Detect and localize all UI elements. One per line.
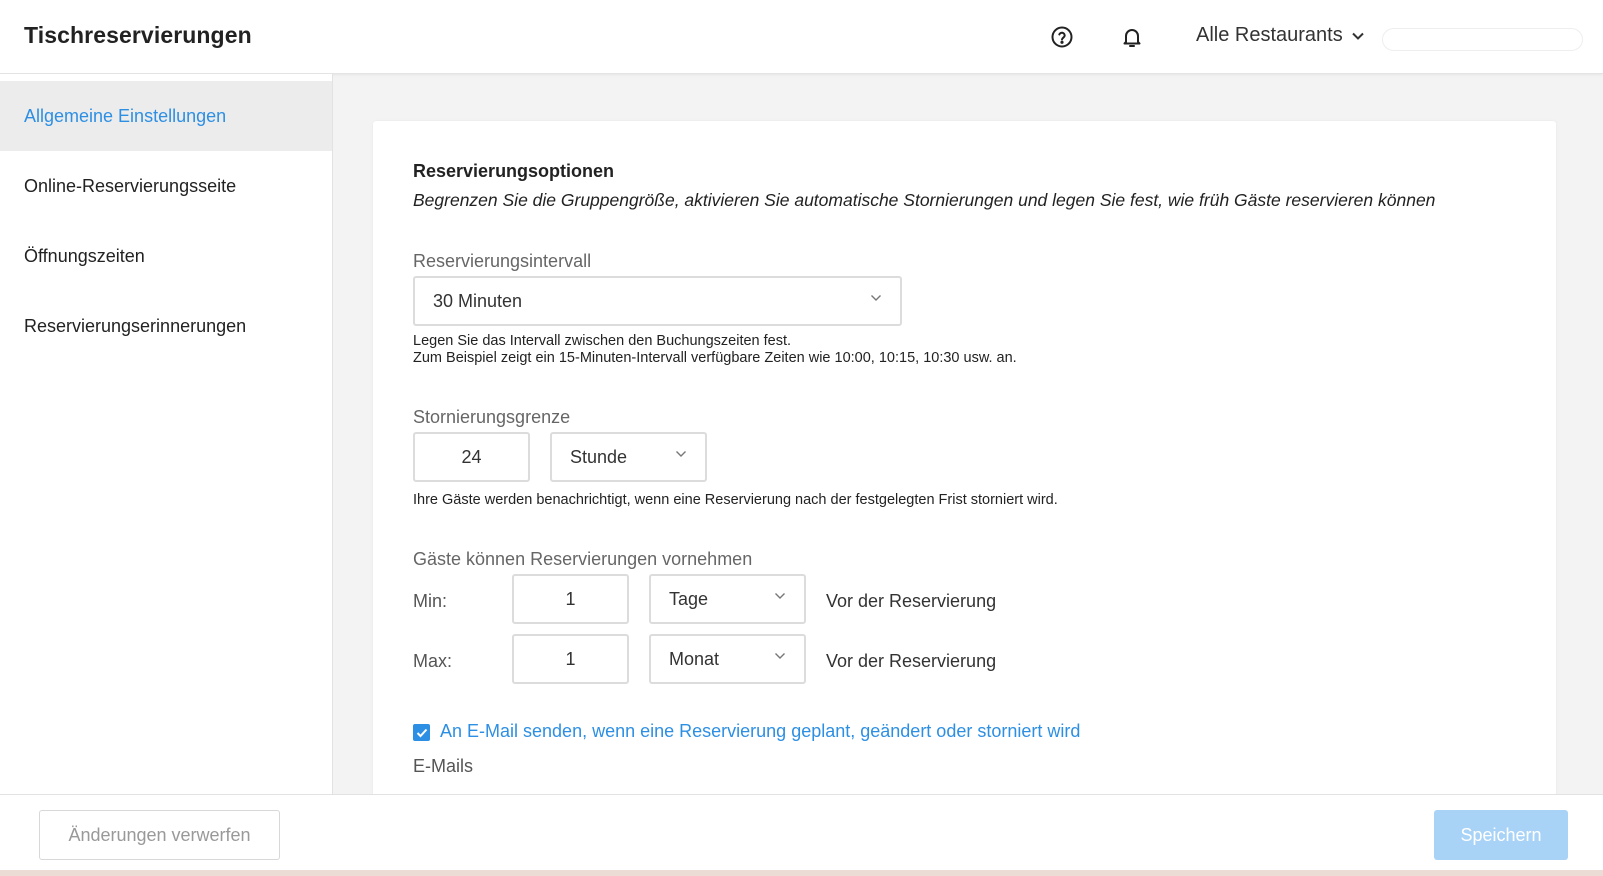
interval-select-value: 30 Minuten (433, 290, 523, 311)
section-subtitle: Begrenzen Sie die Gruppengröße, aktivier… (413, 190, 1436, 210)
cancellation-label: Stornierungsgrenze (413, 407, 571, 427)
cancellation-unit-select[interactable]: Stunde (550, 432, 707, 482)
bottom-strip (0, 870, 1603, 876)
reservation-options-card: Reservierungsoptionen Begrenzen Sie die … (373, 121, 1556, 794)
bell-icon[interactable] (1119, 24, 1145, 50)
min-amount-input[interactable]: 1 (512, 574, 629, 624)
email-notify-checkbox[interactable] (413, 724, 430, 741)
help-icon[interactable] (1049, 24, 1075, 50)
main-content: Reservierungsoptionen Begrenzen Sie die … (334, 74, 1603, 794)
restaurant-select[interactable]: Alle Restaurants (1196, 24, 1365, 47)
min-label: Min: (413, 591, 448, 611)
chevron-down-icon (1352, 32, 1364, 40)
interval-label: Reservierungsintervall (413, 251, 592, 271)
cancellation-unit-value: Stunde (570, 446, 628, 467)
chevron-down-icon (676, 451, 686, 457)
cancellation-amount-input[interactable]: 24 (413, 432, 530, 482)
max-unit-select[interactable]: Monat (649, 634, 806, 684)
sidebar-item-opening-hours[interactable]: Öffnungszeiten (0, 221, 332, 291)
emails-label: E-Mails (413, 756, 474, 776)
chevron-down-icon (775, 593, 785, 599)
sidebar-item-general-settings[interactable]: Allgemeine Einstellungen (0, 81, 332, 151)
booking-window-label: Gäste können Reservierungen vornehmen (413, 549, 753, 569)
cancellation-hint: Ihre Gäste werden benachrichtigt, wenn e… (413, 492, 1058, 508)
chevron-down-icon (871, 295, 881, 301)
interval-hint-line1: Legen Sie das Intervall zwischen den Buc… (413, 333, 792, 349)
checkmark-icon (416, 728, 427, 737)
sidebar: Allgemeine Einstellungen Online-Reservie… (0, 74, 333, 794)
restaurant-select-label: Alle Restaurants (1196, 24, 1343, 46)
chevron-down-icon (775, 653, 785, 659)
email-notify-label[interactable]: An E-Mail senden, wenn eine Reservierung… (440, 721, 1080, 742)
save-button[interactable]: Speichern (1434, 810, 1568, 860)
min-unit-select[interactable]: Tage (649, 574, 806, 624)
top-bar: Tischreservierungen Alle Restaurants (0, 0, 1603, 74)
interval-hint-line2: Zum Beispiel zeigt ein 15-Minuten-Interv… (413, 350, 1017, 366)
min-unit-value: Tage (669, 588, 709, 609)
max-amount-input[interactable]: 1 (512, 634, 629, 684)
max-unit-value: Monat (669, 648, 720, 669)
min-suffix: Vor der Reservierung (826, 591, 997, 611)
section-title: Reservierungsoptionen (413, 161, 615, 181)
max-suffix: Vor der Reservierung (826, 651, 997, 671)
app-title: Tischreservierungen (24, 22, 252, 48)
footer-bar: Änderungen verwerfen Speichern (0, 794, 1603, 870)
user-account-pill[interactable] (1382, 28, 1583, 51)
interval-select[interactable]: 30 Minuten (413, 276, 902, 326)
sidebar-item-reservation-reminders[interactable]: Reservierungserinnerungen (0, 291, 332, 361)
discard-changes-button[interactable]: Änderungen verwerfen (39, 810, 280, 860)
max-label: Max: (413, 651, 453, 671)
sidebar-item-online-reservation-page[interactable]: Online-Reservierungsseite (0, 151, 332, 221)
